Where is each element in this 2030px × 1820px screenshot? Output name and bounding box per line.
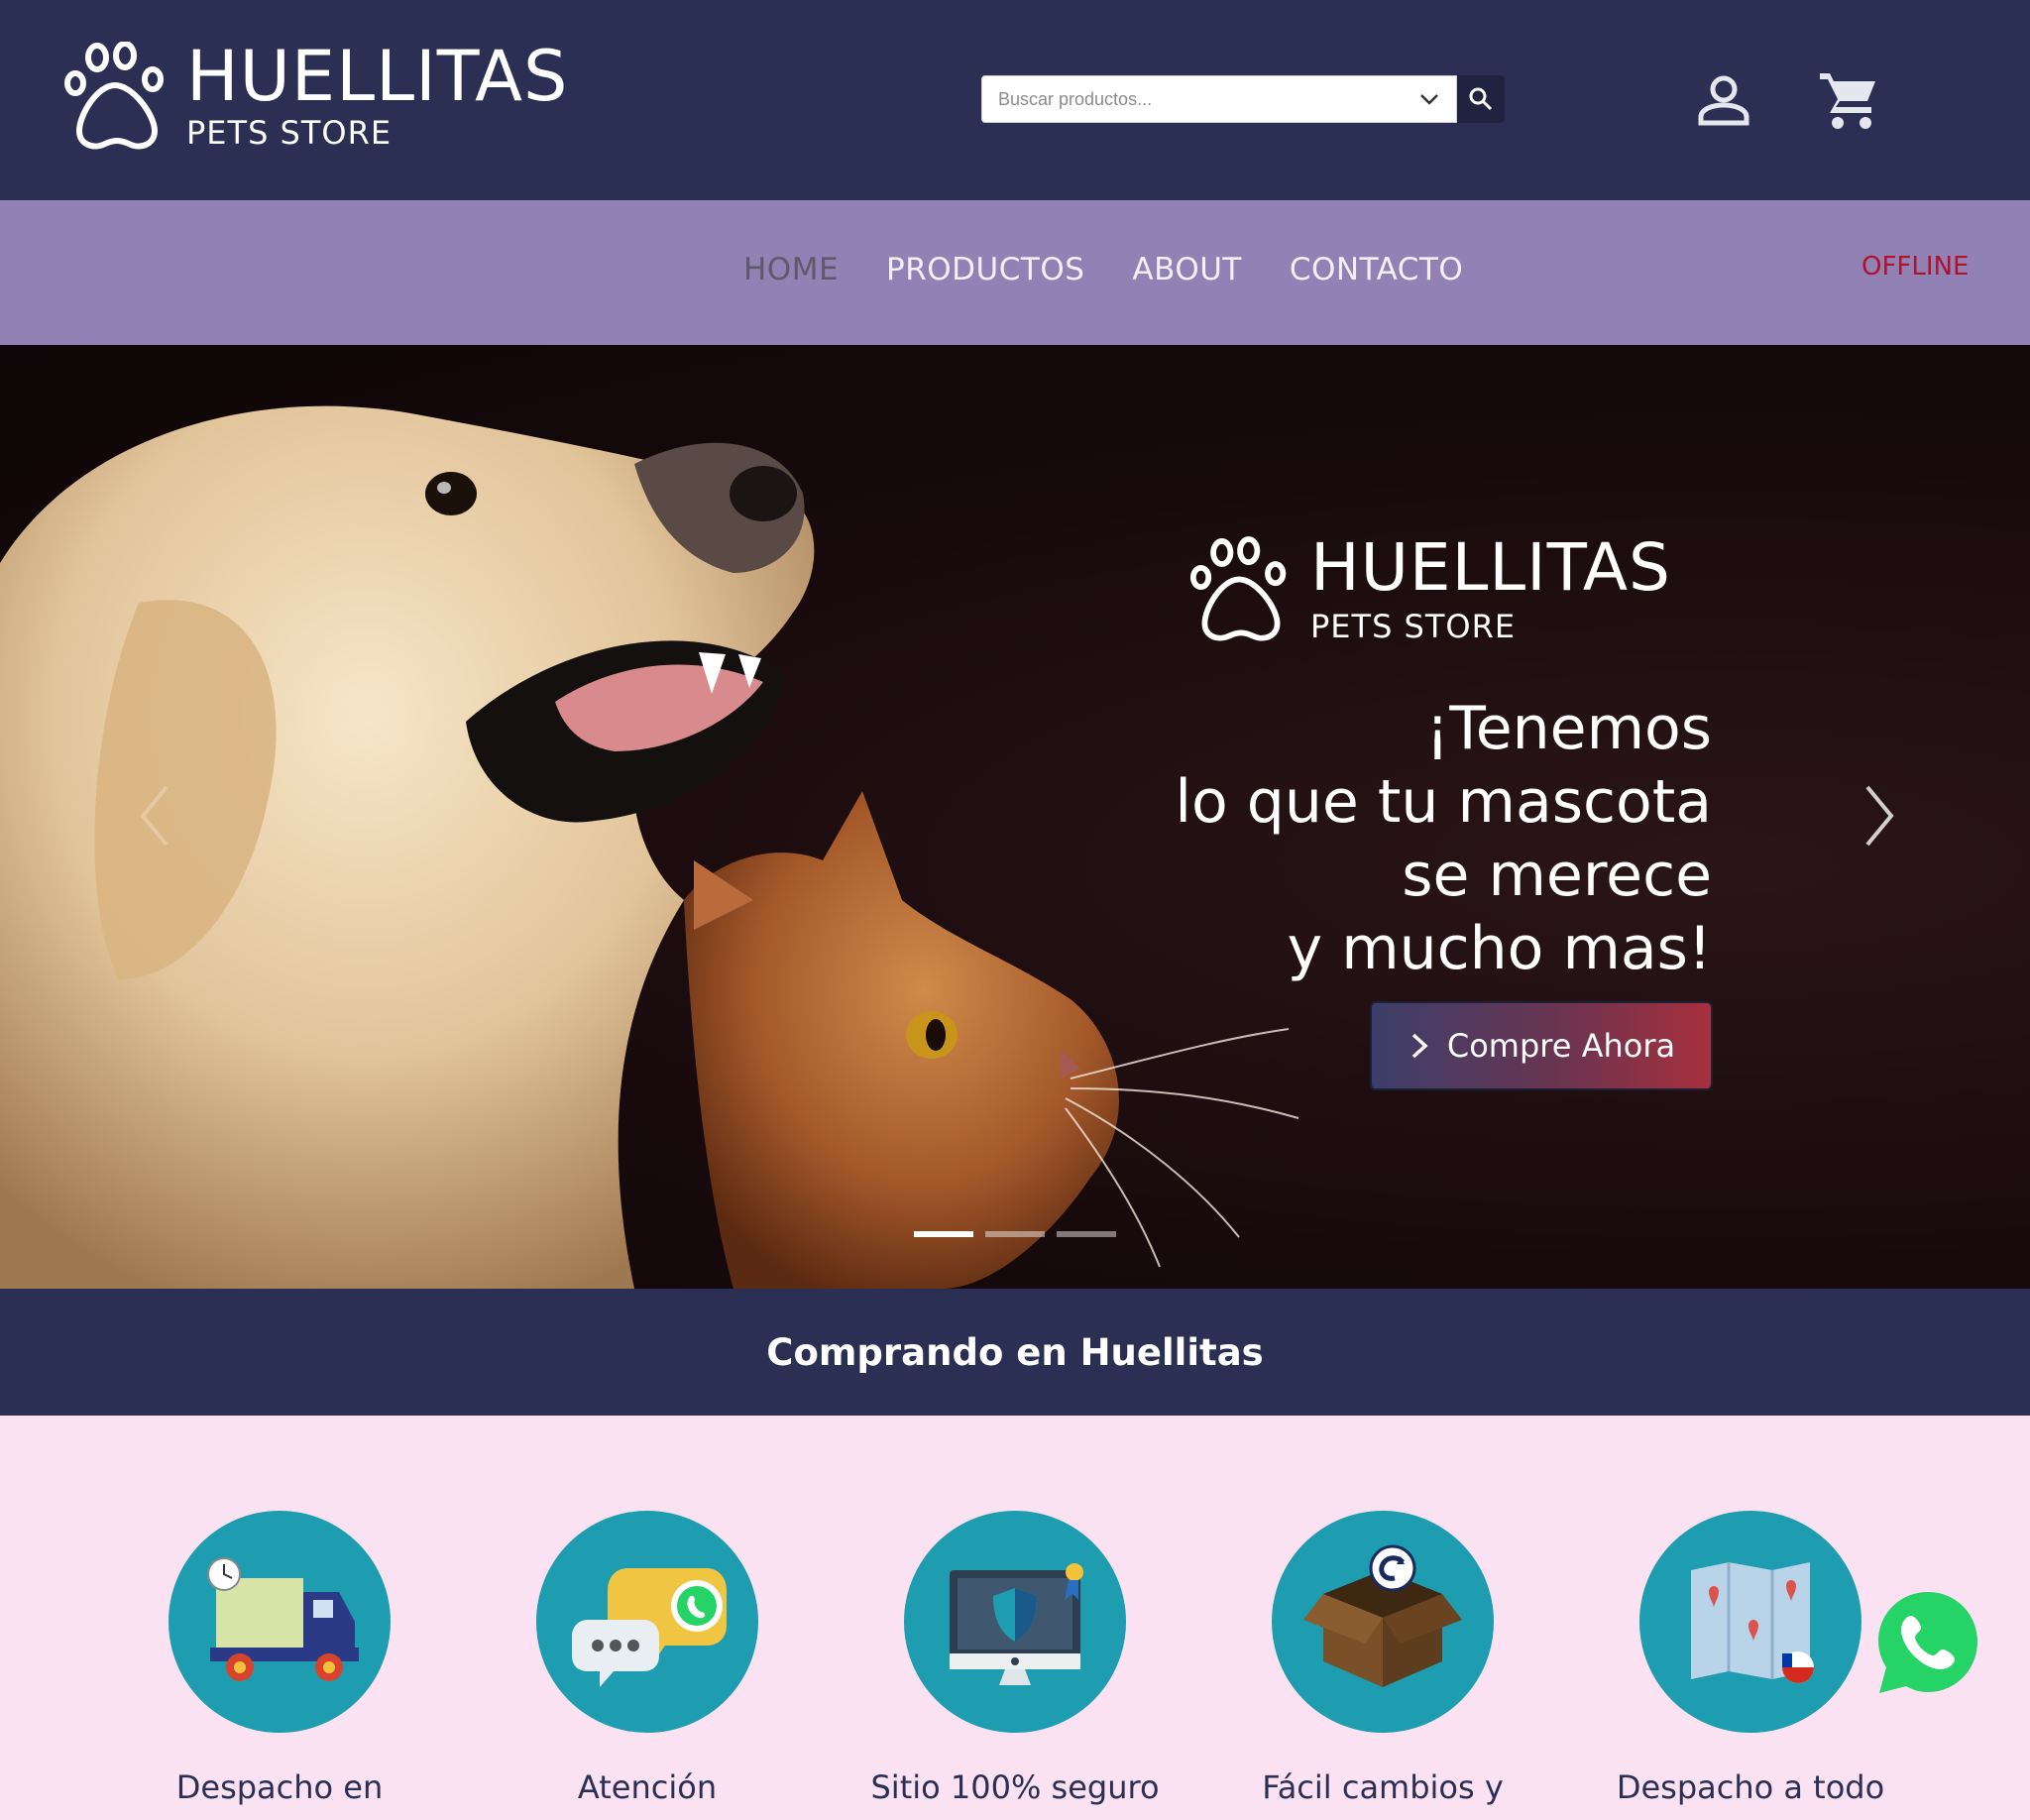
buy-now-button[interactable]: Compre Ahora xyxy=(1372,1003,1711,1088)
carousel-indicator-2[interactable] xyxy=(985,1231,1045,1237)
hero-headline: ¡Tenemos lo que tu mascota se merece y m… xyxy=(1175,692,1712,985)
feature-circle xyxy=(1272,1511,1494,1733)
paw-logo-icon xyxy=(1189,536,1287,641)
hero-brand-title: HUELLITAS xyxy=(1310,529,1671,606)
brand-logo[interactable]: HUELLITAS PETS STORE xyxy=(63,42,568,153)
connection-status: OFFLINE xyxy=(1861,252,1970,282)
paw-logo-icon xyxy=(64,42,164,150)
section-title: Comprando en Huellitas xyxy=(766,1330,1264,1374)
carousel-prev-icon[interactable] xyxy=(135,781,174,851)
whatsapp-chat-icon[interactable] xyxy=(1871,1586,1984,1699)
feature-label: Despacho a todo xyxy=(1616,1768,1885,1806)
carousel-indicators xyxy=(914,1231,1116,1237)
feature-item: Fácil cambios y xyxy=(1234,1511,1531,1806)
hero-headline-line: se merece xyxy=(1402,841,1712,910)
return-box-icon xyxy=(1303,1544,1462,1687)
feature-item: Despacho a todo xyxy=(1602,1511,1899,1806)
carousel-next-icon[interactable] xyxy=(1860,781,1899,851)
feature-label: Sitio 100% seguro xyxy=(870,1768,1160,1806)
hero-brand-subtitle: PETS STORE xyxy=(1310,608,1517,645)
chevron-right-icon xyxy=(1411,1033,1428,1059)
feature-circle xyxy=(169,1511,391,1733)
search-placeholder: Buscar productos... xyxy=(998,88,1153,109)
hero-headline-line: y mucho mas! xyxy=(1287,914,1712,983)
carousel-indicator-3[interactable] xyxy=(1057,1231,1116,1237)
buy-now-label: Compre Ahora xyxy=(1446,1027,1676,1065)
feature-circle xyxy=(1639,1511,1861,1733)
section-header: Comprando en Huellitas xyxy=(0,1289,2030,1416)
feature-item: Sitio 100% seguro xyxy=(866,1511,1164,1806)
hero-carousel: HUELLITAS PETS STORE ¡Tenemos lo que tu … xyxy=(0,345,2030,1289)
hero-headline-line: lo que tu mascota xyxy=(1175,767,1712,837)
hero-brand-logo: HUELLITAS PETS STORE xyxy=(1189,535,1671,646)
feature-circle xyxy=(536,1511,758,1733)
main-navigation: HOME PRODUCTOS ABOUT CONTACTO OFFLINE xyxy=(0,200,2030,345)
chevron-down-icon[interactable] xyxy=(1418,88,1440,110)
nav-home[interactable]: HOME xyxy=(743,252,839,287)
brand-subtitle: PETS STORE xyxy=(186,114,393,152)
feature-label: Fácil cambios y xyxy=(1262,1768,1504,1806)
map-delivery-icon xyxy=(1691,1562,1814,1683)
hero-headline-line: ¡Tenemos xyxy=(1425,694,1712,763)
carousel-indicator-1[interactable] xyxy=(914,1231,973,1237)
site-header: HUELLITAS PETS STORE Buscar productos... xyxy=(0,0,2030,200)
feature-label: Atención xyxy=(577,1768,718,1806)
nav-productos[interactable]: PRODUCTOS xyxy=(886,252,1084,287)
feature-circle xyxy=(904,1511,1126,1733)
search-bar: Buscar productos... xyxy=(981,75,1505,123)
feature-item: Despacho en xyxy=(131,1511,428,1806)
search-icon xyxy=(1469,87,1493,111)
feature-item: Atención xyxy=(499,1511,796,1806)
brand-title: HUELLITAS xyxy=(186,36,569,117)
feature-label: Despacho en xyxy=(175,1768,384,1806)
secure-site-icon xyxy=(950,1563,1083,1685)
features-section: Despacho en Atención Sitio 100% seguro F… xyxy=(0,1416,2030,1820)
delivery-truck-icon xyxy=(207,1557,359,1681)
nav-contacto[interactable]: CONTACTO xyxy=(1290,252,1463,287)
chat-support-icon xyxy=(572,1568,727,1687)
shopping-cart-icon[interactable] xyxy=(1818,69,1879,131)
search-button[interactable] xyxy=(1457,75,1505,123)
nav-about[interactable]: ABOUT xyxy=(1132,252,1241,287)
search-input[interactable]: Buscar productos... xyxy=(981,75,1457,123)
user-account-icon[interactable] xyxy=(1695,71,1752,129)
